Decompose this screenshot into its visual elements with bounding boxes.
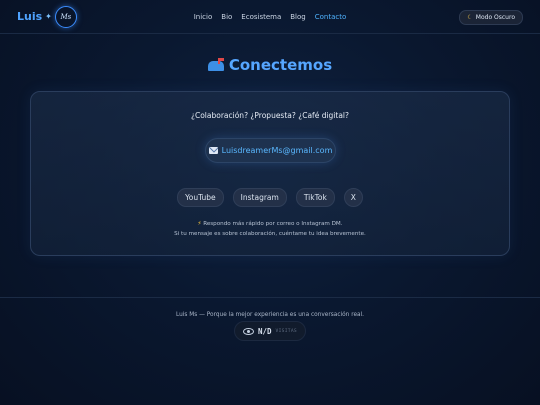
page-title-text: Conectemos — [228, 56, 333, 74]
nav-link-ecosistema[interactable]: Ecosistema — [241, 13, 281, 21]
contact-card: ¿Colaboración? ¿Propuesta? ¿Café digital… — [30, 91, 510, 256]
collaboration-note: Si tu mensaje es sobre colaboración, cué… — [174, 231, 366, 237]
main-nav: Inicio Bio Ecosistema Blog Contacto — [194, 13, 347, 21]
nav-link-contacto[interactable]: Contacto — [315, 13, 347, 21]
page-title: Conectemos — [0, 56, 540, 74]
visit-counter: N/D VISITAS — [234, 321, 306, 341]
nav-link-blog[interactable]: Blog — [290, 13, 305, 21]
social-link-tiktok[interactable]: TikTok — [295, 188, 335, 207]
mailbox-icon — [207, 58, 224, 72]
social-link-youtube[interactable]: YouTube — [177, 188, 224, 207]
dark-mode-label: Modo Oscuro — [475, 14, 515, 21]
footer-text: Luis Ms — Porque la mejor experiencia es… — [175, 312, 365, 318]
logo-badge: Ms — [54, 5, 77, 28]
nav-link-inicio[interactable]: Inicio — [194, 13, 213, 21]
nav-link-bio[interactable]: Bio — [221, 13, 232, 21]
social-links: YouTube Instagram TikTok X — [31, 188, 509, 207]
social-link-instagram[interactable]: Instagram — [232, 188, 287, 207]
social-link-x[interactable]: X — [343, 188, 363, 207]
eye-icon — [242, 327, 254, 335]
sparkle-icon: ✦ — [45, 11, 52, 21]
visit-label: VISITAS — [275, 328, 297, 334]
visit-count: N/D — [257, 326, 272, 336]
moon-icon: ☾ — [467, 14, 473, 21]
contact-tagline: ¿Colaboración? ¿Propuesta? ¿Café digital… — [191, 111, 349, 120]
email-address: LuisdreamerMs@gmail.com — [221, 146, 333, 155]
envelope-icon — [208, 147, 218, 154]
site-logo[interactable]: Luis ✦ Ms — [17, 5, 77, 28]
response-note: ⚡ Respondo más rápido por correo o Insta… — [31, 221, 509, 227]
lightning-icon: ⚡ — [197, 221, 202, 227]
top-bar: Luis ✦ Ms Inicio Bio Ecosistema Blog Con… — [0, 0, 540, 34]
response-note-text: Respondo más rápido por correo o Instagr… — [203, 221, 343, 227]
logo-text: Luis — [17, 10, 43, 23]
dark-mode-toggle[interactable]: ☾ Modo Oscuro — [459, 10, 523, 25]
footer-divider — [0, 297, 540, 298]
email-link[interactable]: LuisdreamerMs@gmail.com — [205, 138, 336, 163]
